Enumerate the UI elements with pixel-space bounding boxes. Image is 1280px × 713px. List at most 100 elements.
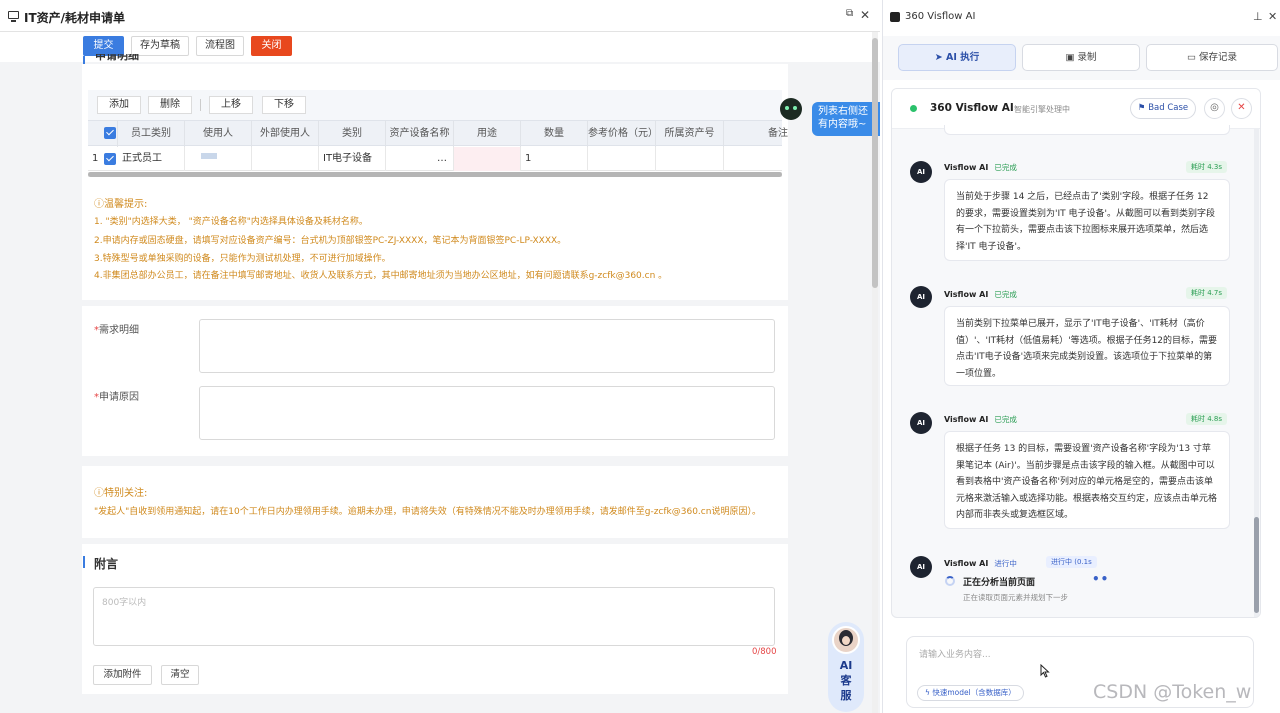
model-selector[interactable]: ϟ 快速model（含数据库） bbox=[917, 685, 1024, 701]
move-up-button[interactable]: 上移 bbox=[209, 96, 253, 114]
ai-service-label: AI 客 服 bbox=[828, 658, 864, 703]
delete-row-button[interactable]: 删除 bbox=[148, 96, 192, 114]
chat-scrollbar[interactable] bbox=[1254, 129, 1259, 617]
cell-user[interactable] bbox=[185, 147, 252, 171]
tab-record[interactable]: ▣ 录制 bbox=[1022, 44, 1140, 71]
notice-title: ⓘ特别关注: bbox=[94, 488, 148, 499]
cell-employee-type[interactable]: 正式员工 bbox=[118, 147, 185, 171]
message-meta: Visflow AI 已完成 bbox=[944, 414, 1017, 425]
cell-asset-name[interactable]: … bbox=[386, 147, 454, 171]
message-bubble: 根据子任务 13 的目标，需要设置'资产设备名称'字段为'13 寸苹果笔记本 (… bbox=[944, 431, 1230, 529]
select-all-checkbox[interactable] bbox=[104, 127, 116, 139]
sender-name: Visflow AI bbox=[944, 415, 989, 424]
cell-external-user[interactable] bbox=[252, 147, 319, 171]
agent-name: 360 Visflow AI bbox=[930, 102, 1014, 114]
table-horizontal-scrollbar[interactable] bbox=[88, 172, 782, 177]
remark-textarea[interactable]: 800字以内 bbox=[93, 587, 775, 646]
tip-line: 2.申请内存或固态硬盘，请填写对应设备资产编号：台式机为顶部银签PC-ZJ-XX… bbox=[94, 236, 567, 246]
tip-line: 3.特殊型号或单独采购的设备，只能作为测试机处理，不可进行加域操作。 bbox=[94, 254, 391, 264]
cell-quantity[interactable]: 1 bbox=[521, 147, 588, 171]
sender-name: Visflow AI bbox=[944, 290, 989, 299]
table-row: 1 正式员工 IT电子设备 … 1 bbox=[88, 147, 782, 171]
col-header: 所属资产号 bbox=[656, 121, 724, 147]
sender-name: Visflow AI bbox=[944, 163, 989, 172]
save-icon: ▭ bbox=[1186, 52, 1196, 63]
cell-remark[interactable] bbox=[724, 147, 782, 171]
tab-label: 保存记录 bbox=[1199, 52, 1238, 63]
cell-purpose[interactable] bbox=[454, 147, 521, 171]
duration-badge: 耗时 4.7s bbox=[1186, 287, 1228, 299]
notice-card bbox=[82, 466, 788, 538]
redacted-mark bbox=[201, 153, 217, 159]
add-attachment-button[interactable]: 添加附件 bbox=[93, 665, 152, 685]
message-bubble: 当前类别下拉菜单已展开，显示了'IT电子设备'、'IT耗材（高价值）'、'IT耗… bbox=[944, 306, 1230, 386]
close-icon[interactable]: ✕ bbox=[860, 8, 870, 22]
tip-line: 1. "类别"内选择大类， "资产设备名称"内选择具体设备及耗材名称。 bbox=[94, 217, 368, 227]
table-header: 员工类别 使用人 外部使用人 类别 资产设备名称 用途 数量 参考价格（元） 所… bbox=[88, 120, 788, 147]
remark-placeholder: 800字以内 bbox=[102, 598, 147, 608]
ai-avatar: AI bbox=[910, 412, 932, 434]
submit-button[interactable]: 提交 bbox=[83, 36, 124, 56]
mouse-cursor-icon bbox=[1040, 664, 1050, 678]
tab-label: 录制 bbox=[1077, 52, 1097, 63]
typing-indicator: •• bbox=[1092, 572, 1110, 586]
tips-title: ⓘ温馨提示: bbox=[94, 199, 148, 210]
reason-textarea[interactable] bbox=[199, 386, 775, 440]
attachment-section-title: 附言 bbox=[94, 557, 119, 571]
message-status: 已完成 bbox=[994, 290, 1017, 299]
select-all-cell[interactable] bbox=[88, 121, 118, 147]
col-header: 用途 bbox=[454, 121, 521, 147]
pin-icon[interactable]: ⊥ bbox=[1253, 10, 1263, 23]
analyzing-title: 正在分析当前页面 bbox=[963, 578, 1036, 588]
cell-category[interactable]: IT电子设备 bbox=[319, 147, 386, 171]
tip-line: 4.非集团总部办公员工，请在备注中填写邮寄地址、收货人及联系方式，其中邮寄地址须… bbox=[94, 271, 668, 281]
visflow-ai-panel: 360 Visflow AI ⊥ ✕ ➤ AI 执行 ▣ 录制 ▭ 保存记录 3… bbox=[882, 0, 1280, 713]
section-marker bbox=[83, 56, 85, 64]
demand-textarea[interactable] bbox=[199, 319, 775, 373]
close-icon[interactable]: ✕ bbox=[1231, 98, 1252, 119]
scrollbar-thumb[interactable] bbox=[1254, 517, 1259, 613]
tab-save-records[interactable]: ▭ 保存记录 bbox=[1146, 44, 1278, 71]
form-vertical-scrollbar[interactable] bbox=[872, 32, 878, 713]
clear-button[interactable]: 清空 bbox=[161, 665, 199, 685]
sender-name: Visflow AI bbox=[944, 559, 989, 568]
bad-case-button[interactable]: ⚑ Bad Case bbox=[1130, 98, 1196, 119]
col-header: 数量 bbox=[521, 121, 588, 147]
ai-service-button[interactable]: AI 客 服 bbox=[828, 622, 864, 712]
section-title-detail: 申请明细 bbox=[95, 54, 139, 62]
bad-case-label: Bad Case bbox=[1148, 103, 1189, 113]
record-icon: ▣ bbox=[1065, 52, 1075, 63]
duration-badge: 进行中 (0.1s bbox=[1046, 556, 1097, 568]
message-meta: Visflow AI 已完成 bbox=[944, 289, 1017, 300]
close-form-button[interactable]: 关闭 bbox=[251, 36, 292, 56]
reason-label-text: 申请原因 bbox=[99, 392, 139, 403]
it-asset-form-window: IT资产/耗材申请单 ⧉ ✕ 提交 存为草稿 流程图 关闭 申请明细 添加 删除… bbox=[0, 0, 880, 713]
col-header: 员工类别 bbox=[118, 121, 185, 147]
restore-icon[interactable]: ⧉ bbox=[846, 8, 853, 19]
stop-icon[interactable]: ◎ bbox=[1204, 98, 1225, 119]
cell-ref-price[interactable] bbox=[588, 147, 656, 171]
panel-title: 360 Visflow AI bbox=[905, 11, 976, 22]
col-header: 类别 bbox=[319, 121, 386, 147]
col-header: 参考价格（元） bbox=[588, 121, 656, 147]
row-checkbox[interactable] bbox=[104, 153, 116, 165]
ai-service-char: AI bbox=[839, 659, 853, 672]
close-icon[interactable]: ✕ bbox=[1268, 10, 1277, 23]
notice-text: "发起人"自收到领用通知起，请在10个工作日内办理领用手续。逾期未办理，申请将失… bbox=[94, 507, 761, 517]
scrollbar-thumb[interactable] bbox=[872, 38, 878, 288]
scrollbar-thumb[interactable] bbox=[88, 172, 782, 177]
ai-service-char: 服 bbox=[840, 689, 852, 702]
robot-assistant-icon[interactable] bbox=[780, 98, 802, 120]
message-status: 已完成 bbox=[994, 163, 1017, 172]
move-down-button[interactable]: 下移 bbox=[262, 96, 306, 114]
flowchart-button[interactable]: 流程图 bbox=[196, 36, 244, 56]
duration-badge: 耗时 4.3s bbox=[1186, 161, 1228, 173]
message-bubble: 当前处于步骤 14 之后，已经点击了'类别'字段。根据子任务 12 的要求，需要… bbox=[944, 179, 1230, 261]
ai-avatar: AI bbox=[910, 556, 932, 578]
tab-ai-execute[interactable]: ➤ AI 执行 bbox=[898, 44, 1016, 71]
message-status: 进行中 bbox=[994, 559, 1017, 568]
window-icon bbox=[8, 11, 19, 22]
save-draft-button[interactable]: 存为草稿 bbox=[131, 36, 189, 56]
add-row-button[interactable]: 添加 bbox=[97, 96, 141, 114]
cell-asset-no[interactable] bbox=[656, 147, 724, 171]
